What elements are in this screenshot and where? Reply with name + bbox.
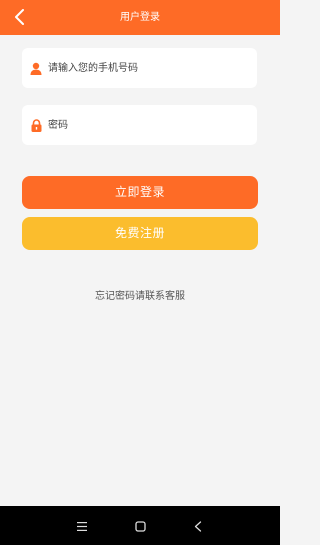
page-title: 用户登录 [120, 12, 160, 23]
register-button[interactable]: 免费注册 [22, 217, 258, 250]
nav-back-button[interactable] [188, 516, 208, 536]
password-field [22, 105, 257, 145]
nav-home-button[interactable] [130, 516, 150, 536]
lock-icon [29, 118, 43, 132]
login-screen: 用户登录 立即登录 免费注册 忘记密码请联系客服 [0, 0, 280, 545]
forgot-password-note: 忘记密码请联系客服 [95, 291, 185, 302]
user-icon [29, 61, 43, 75]
menu-icon [77, 521, 87, 531]
login-button[interactable]: 立即登录 [22, 176, 258, 209]
password-input[interactable] [48, 105, 248, 145]
square-home-icon [134, 520, 146, 532]
nav-menu-button[interactable] [72, 516, 92, 536]
system-nav-bar [0, 506, 280, 545]
header-bar: 用户登录 [0, 0, 280, 35]
phone-field [22, 48, 257, 88]
triangle-back-icon [194, 520, 202, 532]
phone-input[interactable] [48, 48, 248, 88]
